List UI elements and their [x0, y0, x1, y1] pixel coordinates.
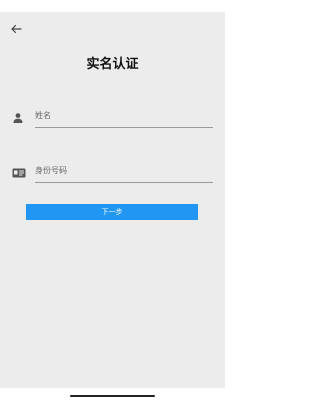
person-icon — [12, 109, 26, 123]
name-field — [12, 106, 213, 128]
id-number-input[interactable] — [35, 161, 213, 179]
status-bar — [0, 0, 225, 12]
bottom-bar — [0, 388, 225, 400]
id-card-icon — [12, 164, 26, 178]
back-button[interactable] — [9, 19, 23, 34]
arrow-left-icon — [10, 20, 22, 34]
screen: 实名认证 下一步 — [0, 0, 225, 400]
next-button[interactable]: 下一步 — [26, 204, 198, 220]
id-number-underline — [35, 182, 213, 183]
home-indicator[interactable] — [70, 395, 155, 397]
id-number-field — [12, 161, 213, 183]
page-title: 实名认证 — [86, 57, 139, 72]
name-underline — [35, 127, 213, 128]
name-input[interactable] — [35, 106, 213, 124]
